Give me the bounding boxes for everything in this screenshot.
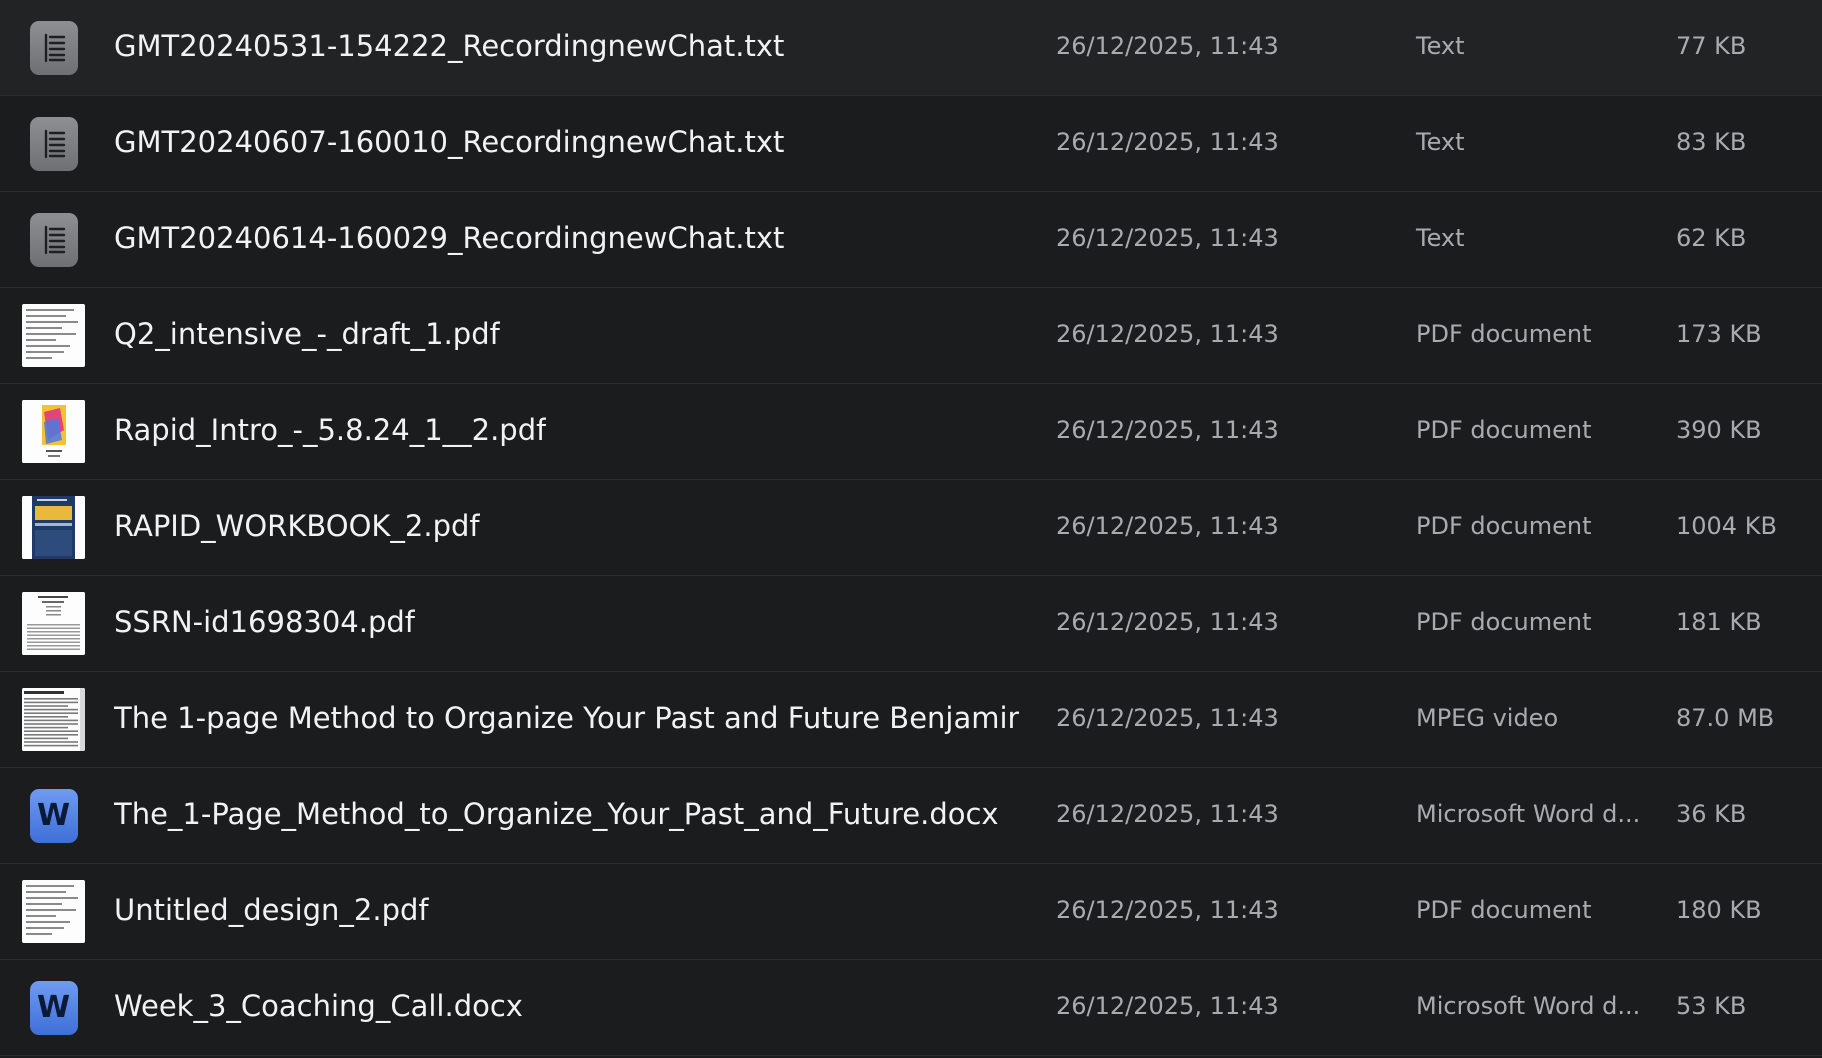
pdf-thumbnail-icon bbox=[22, 304, 85, 367]
file-size: 83 KB bbox=[1676, 128, 1747, 156]
file-modified-date: 26/12/2025, 11:43 bbox=[1056, 704, 1279, 732]
file-size: 173 KB bbox=[1676, 320, 1762, 348]
file-row[interactable]: GMT20240531-154222_RecordingnewChat.txt 2… bbox=[0, 0, 1822, 96]
file-size: 87.0 MB bbox=[1676, 704, 1775, 732]
file-modified-date: 26/12/2025, 11:43 bbox=[1056, 800, 1279, 828]
file-name: The_1-Page_Method_to_Organize_Your_Past_… bbox=[114, 797, 999, 831]
file-row[interactable]: Untitled_design_2.pdf 26/12/2025, 11:43 PD… bbox=[0, 864, 1822, 960]
file-thumbnail bbox=[21, 111, 86, 176]
file-modified-date: 26/12/2025, 11:43 bbox=[1056, 32, 1279, 60]
pdf-thumbnail-icon bbox=[22, 592, 85, 655]
file-thumbnail bbox=[21, 879, 86, 944]
file-size: 181 KB bbox=[1676, 608, 1762, 636]
file-row[interactable]: GMT20240607-160010_RecordingnewChat.txt 2… bbox=[0, 96, 1822, 192]
file-row[interactable]: RAPID_WORKBOOK_2.pdf 26/12/2025, 11:43 PDF… bbox=[0, 480, 1822, 576]
file-name: GMT20240531-154222_RecordingnewChat.txt bbox=[114, 29, 785, 63]
file-thumbnail bbox=[21, 15, 86, 80]
pdf-thumbnail-icon bbox=[22, 400, 85, 463]
file-kind: PDF document bbox=[1416, 320, 1592, 348]
file-kind: Text bbox=[1416, 32, 1465, 60]
file-thumbnail bbox=[21, 303, 86, 368]
file-size: 180 KB bbox=[1676, 896, 1762, 924]
file-list: GMT20240531-154222_RecordingnewChat.txt 2… bbox=[0, 0, 1822, 1056]
file-name: Week_3_Coaching_Call.docx bbox=[114, 989, 523, 1023]
pdf-thumbnail-icon bbox=[22, 496, 85, 559]
file-kind: PDF document bbox=[1416, 416, 1592, 444]
file-thumbnail bbox=[21, 687, 86, 752]
file-name: RAPID_WORKBOOK_2.pdf bbox=[114, 509, 480, 543]
file-kind: Text bbox=[1416, 224, 1465, 252]
file-size: 77 KB bbox=[1676, 32, 1747, 60]
word-file-icon: W bbox=[29, 788, 78, 843]
file-modified-date: 26/12/2025, 11:43 bbox=[1056, 224, 1279, 252]
file-modified-date: 26/12/2025, 11:43 bbox=[1056, 512, 1279, 540]
file-name: The 1-page Method to Organize Your Past … bbox=[114, 701, 1019, 735]
file-size: 390 KB bbox=[1676, 416, 1762, 444]
file-row[interactable]: Q2_intensive_-_draft_1.pdf 26/12/2025, 11… bbox=[0, 288, 1822, 384]
file-thumbnail: W bbox=[21, 975, 86, 1040]
file-kind: MPEG video bbox=[1416, 704, 1559, 732]
file-kind: PDF document bbox=[1416, 512, 1592, 540]
file-modified-date: 26/12/2025, 11:43 bbox=[1056, 992, 1279, 1020]
file-kind: PDF document bbox=[1416, 608, 1592, 636]
pdf-thumbnail-icon bbox=[22, 880, 85, 943]
text-file-icon bbox=[29, 212, 78, 267]
file-thumbnail: W bbox=[21, 783, 86, 848]
file-row[interactable]: W The_1-Page_Method_to_Organize_Your_Past… bbox=[0, 768, 1822, 864]
file-row[interactable]: Rapid_Intro_-_5.8.24_1__2.pdf 26/12/2025,… bbox=[0, 384, 1822, 480]
video-thumbnail-icon bbox=[22, 688, 85, 751]
file-thumbnail bbox=[21, 399, 86, 464]
text-file-icon bbox=[29, 116, 78, 171]
file-name: Q2_intensive_-_draft_1.pdf bbox=[114, 317, 500, 351]
file-kind: Microsoft Word d... bbox=[1416, 800, 1641, 828]
file-modified-date: 26/12/2025, 11:43 bbox=[1056, 320, 1279, 348]
file-modified-date: 26/12/2025, 11:43 bbox=[1056, 128, 1279, 156]
file-name: SSRN-id1698304.pdf bbox=[114, 605, 415, 639]
file-modified-date: 26/12/2025, 11:43 bbox=[1056, 896, 1279, 924]
file-size: 36 KB bbox=[1676, 800, 1747, 828]
file-row[interactable]: GMT20240614-160029_RecordingnewChat.txt 2… bbox=[0, 192, 1822, 288]
file-thumbnail bbox=[21, 495, 86, 560]
word-file-icon: W bbox=[29, 980, 78, 1035]
text-file-icon bbox=[29, 20, 78, 75]
file-name: Untitled_design_2.pdf bbox=[114, 893, 429, 927]
file-row[interactable]: The 1-page Method to Organize Your Past … bbox=[0, 672, 1822, 768]
file-size: 53 KB bbox=[1676, 992, 1747, 1020]
file-size: 62 KB bbox=[1676, 224, 1747, 252]
file-row[interactable]: SSRN-id1698304.pdf 26/12/2025, 11:43 PDF d… bbox=[0, 576, 1822, 672]
file-row[interactable]: W Week_3_Coaching_Call.docx 26/12/2025, 11… bbox=[0, 960, 1822, 1056]
file-name: GMT20240614-160029_RecordingnewChat.txt bbox=[114, 221, 785, 255]
file-size: 1004 KB bbox=[1676, 512, 1777, 540]
file-modified-date: 26/12/2025, 11:43 bbox=[1056, 608, 1279, 636]
file-modified-date: 26/12/2025, 11:43 bbox=[1056, 416, 1279, 444]
file-kind: Microsoft Word d... bbox=[1416, 992, 1641, 1020]
file-name: GMT20240607-160010_RecordingnewChat.txt bbox=[114, 125, 785, 159]
file-name: Rapid_Intro_-_5.8.24_1__2.pdf bbox=[114, 413, 547, 447]
file-thumbnail bbox=[21, 207, 86, 272]
file-thumbnail bbox=[21, 591, 86, 656]
file-kind: Text bbox=[1416, 128, 1465, 156]
file-kind: PDF document bbox=[1416, 896, 1592, 924]
